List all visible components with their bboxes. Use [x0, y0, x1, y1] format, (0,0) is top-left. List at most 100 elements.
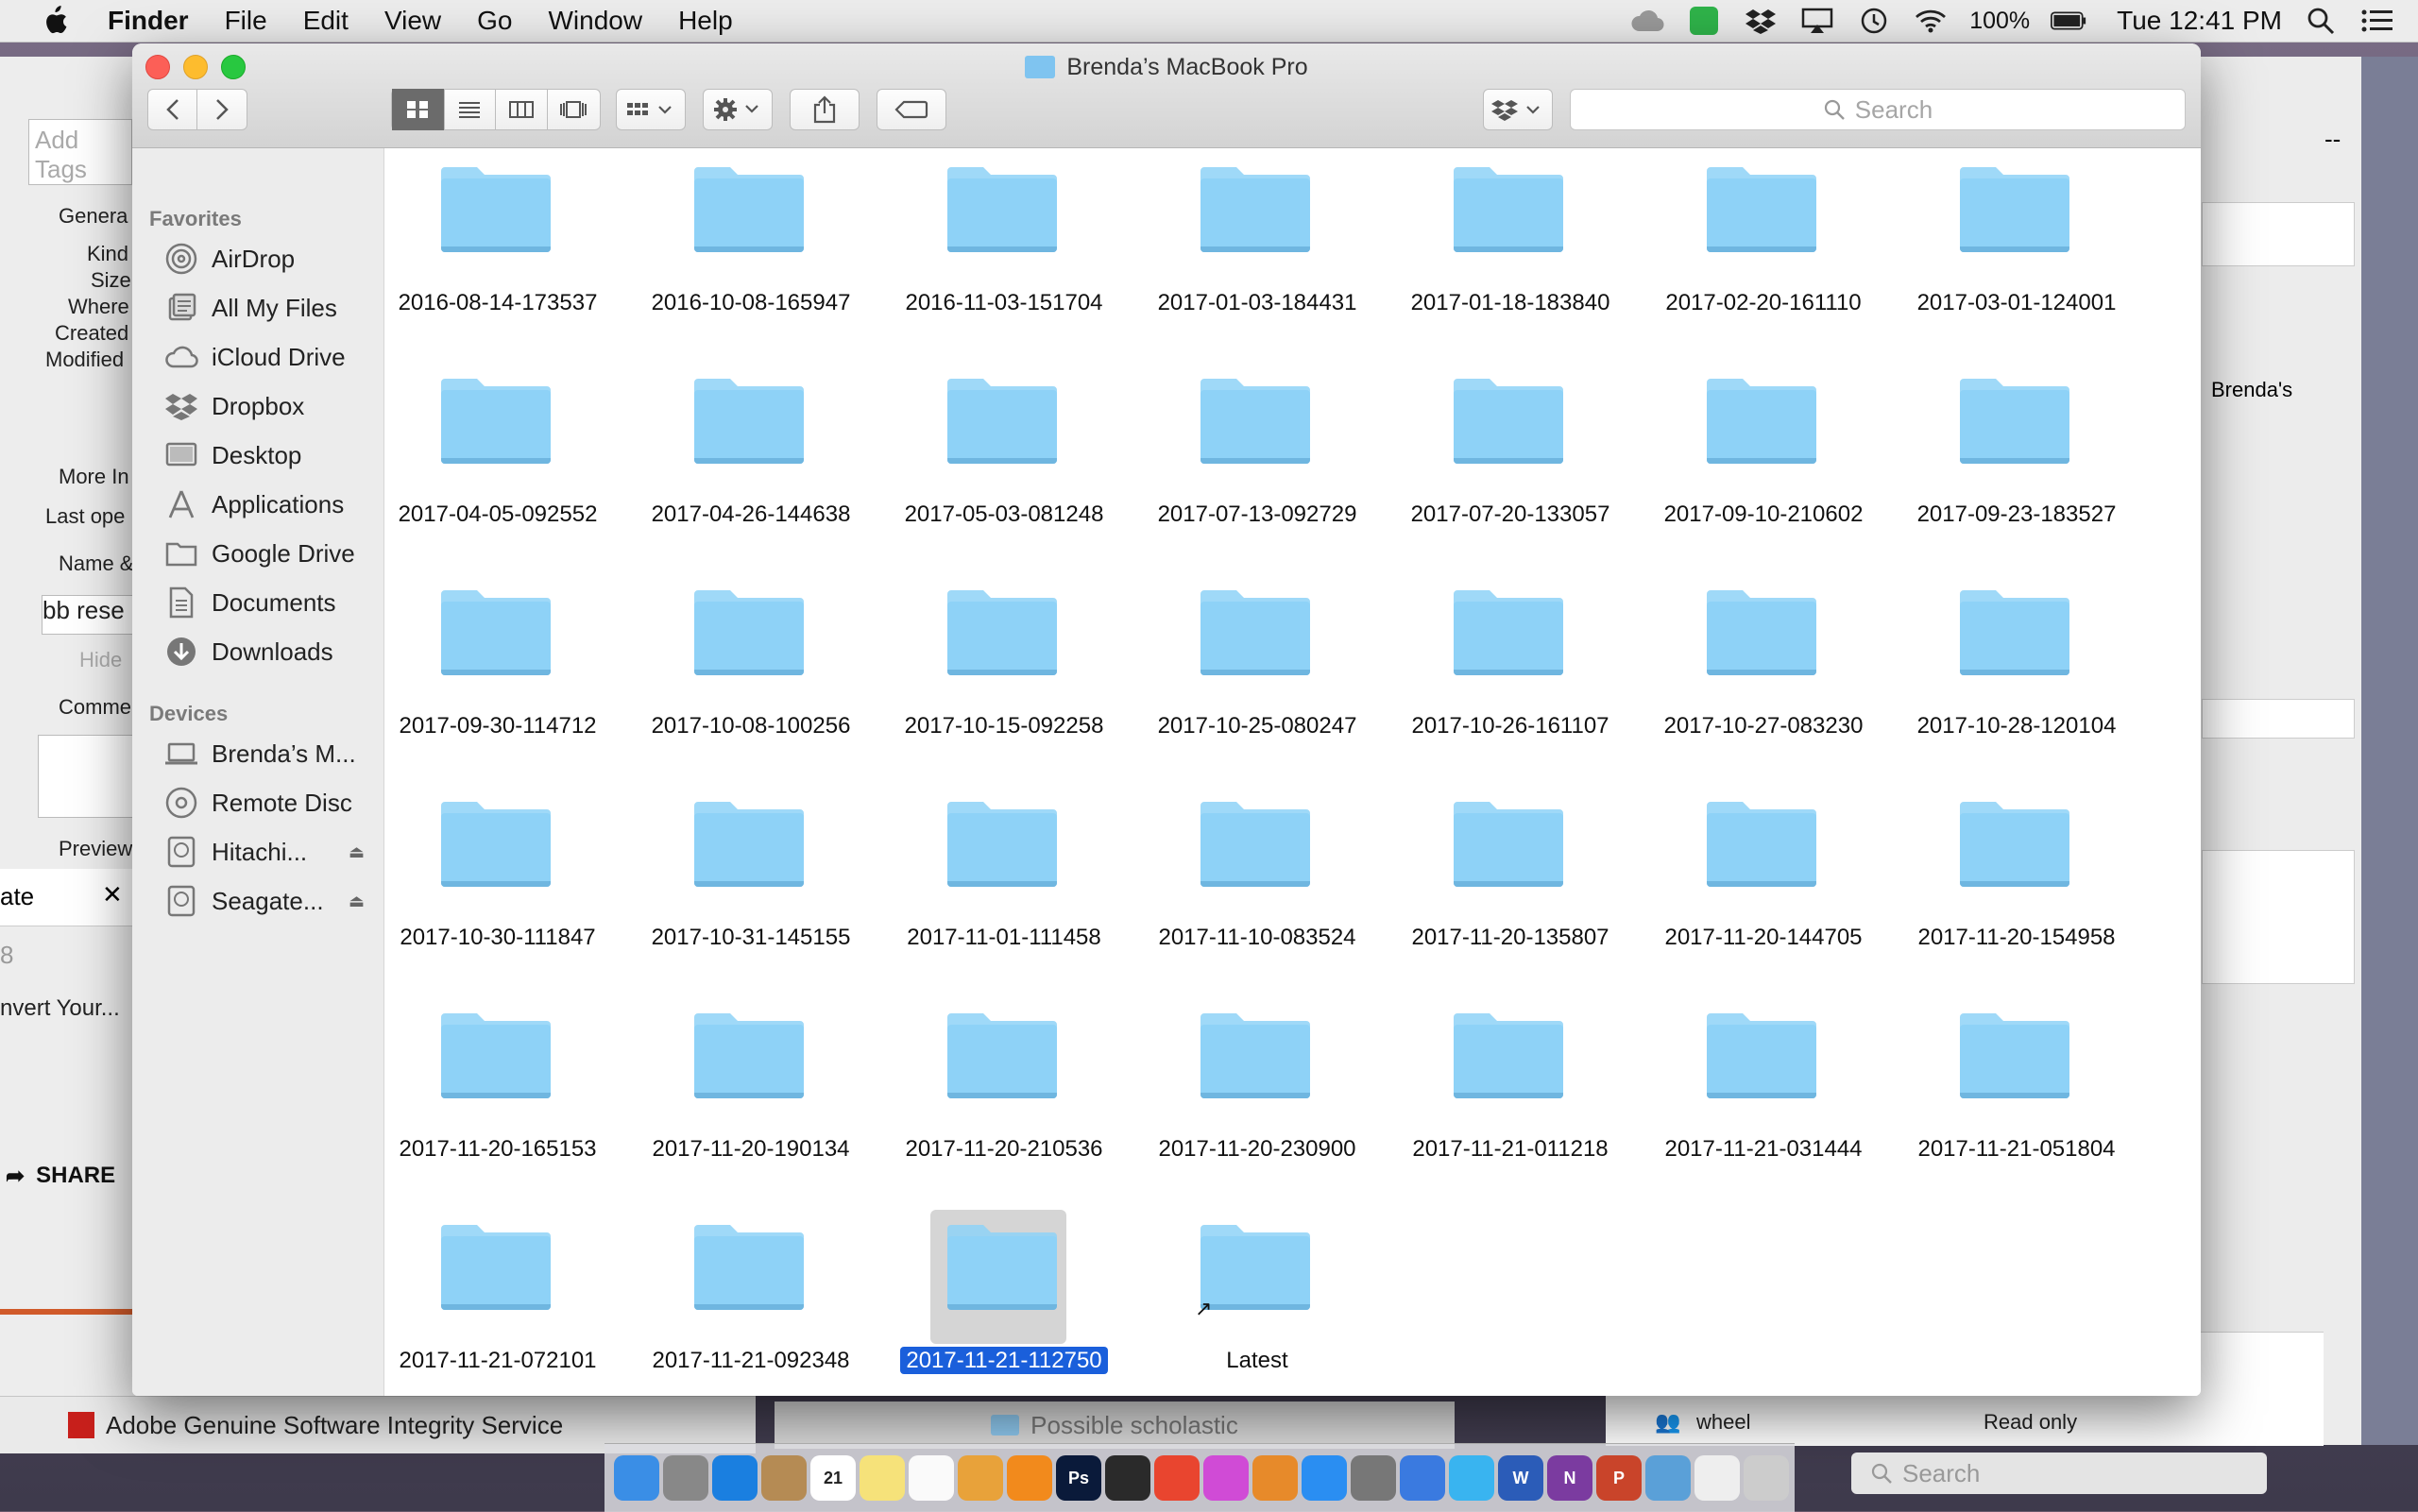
info-comments-header[interactable]: Comme — [59, 695, 131, 720]
background-link[interactable]: nvert Your... — [0, 995, 120, 1022]
dock-quicktime-icon[interactable] — [1105, 1455, 1150, 1501]
folder-item[interactable]: 2017-09-23-183527 — [1903, 360, 2130, 558]
folder-item[interactable]: 2017-10-27-083230 — [1650, 571, 1877, 770]
folder-item[interactable]: 2017-10-26-161107 — [1397, 571, 1624, 770]
arrange-button[interactable] — [616, 89, 686, 130]
folder-item[interactable]: 2016-08-14-173537 — [384, 148, 611, 347]
evernote-icon[interactable] — [1686, 6, 1722, 36]
dock-messages-icon[interactable] — [1449, 1455, 1494, 1501]
dock-photos-icon[interactable] — [958, 1455, 1003, 1501]
folder-item[interactable]: 2017-11-21-072101 — [384, 1206, 611, 1396]
sidebar-item-macbook[interactable]: Brenda’s M... — [164, 733, 382, 774]
folder-item[interactable]: 2017-03-01-124001 — [1903, 148, 2130, 347]
dock-vlc-icon[interactable] — [1007, 1455, 1052, 1501]
airplay-icon[interactable] — [1799, 6, 1835, 36]
folder-item[interactable]: 2017-04-05-092552 — [384, 360, 611, 558]
folder-item[interactable]: 2017-11-20-165153 — [384, 994, 611, 1193]
add-tags-field[interactable]: Add Tags — [28, 119, 132, 185]
folder-item[interactable]: 2017-05-03-081248 — [891, 360, 1117, 558]
dock-calendar-icon[interactable]: 21 — [810, 1455, 856, 1501]
dock-keynote-icon[interactable] — [1400, 1455, 1445, 1501]
perm-value[interactable]: Read only — [1984, 1410, 2077, 1435]
dock-launchpad-icon[interactable] — [663, 1455, 708, 1501]
menu-edit[interactable]: Edit — [303, 6, 349, 36]
folder-item[interactable]: 2017-10-28-120104 — [1903, 571, 2130, 770]
info-general-header[interactable]: Genera — [59, 204, 128, 229]
menu-file[interactable]: File — [225, 6, 267, 36]
folder-item[interactable]: 2017-11-21-011218 — [1397, 994, 1624, 1193]
menu-go[interactable]: Go — [477, 6, 512, 36]
dock-onenote-icon[interactable]: N — [1547, 1455, 1592, 1501]
time-machine-icon[interactable] — [1856, 6, 1892, 36]
dock-preview-icon[interactable] — [1645, 1455, 1691, 1501]
dock-word-icon[interactable]: W — [1498, 1455, 1543, 1501]
sidebar-item-google-drive[interactable]: Google Drive — [164, 533, 382, 574]
sidebar-item-documents[interactable]: Documents — [164, 582, 382, 623]
folder-item[interactable]: 2017-07-13-092729 — [1144, 360, 1371, 558]
folder-item[interactable]: 2017-11-20-210536 — [891, 994, 1117, 1193]
sidebar-item-remote-disc[interactable]: Remote Disc — [164, 782, 382, 824]
share-toolbar-button[interactable] — [790, 89, 860, 130]
dock-system-preferences-icon[interactable] — [1351, 1455, 1396, 1501]
dock-reminders-icon[interactable] — [909, 1455, 954, 1501]
sidebar-item-desktop[interactable]: Desktop — [164, 434, 382, 476]
battery-icon[interactable] — [2051, 6, 2086, 36]
folder-item[interactable]: 2017-10-25-080247 — [1144, 571, 1371, 770]
wifi-icon[interactable] — [1913, 6, 1949, 36]
info-preview-header[interactable]: Preview — [59, 837, 132, 861]
folder-item[interactable]: 2017-10-08-100256 — [638, 571, 864, 770]
folder-item[interactable]: 2017-11-21-051804 — [1903, 994, 2130, 1193]
sidebar-item-applications[interactable]: Applications — [164, 484, 382, 525]
folder-item[interactable]: ↗ Latest — [1144, 1206, 1371, 1396]
folder-item[interactable]: 2017-04-26-144638 — [638, 360, 864, 558]
dock-itunes-icon[interactable] — [1203, 1455, 1249, 1501]
menu-window[interactable]: Window — [548, 6, 642, 36]
info-hide-extension[interactable]: Hide — [79, 648, 122, 672]
dock-trash-icon[interactable] — [1744, 1455, 1789, 1501]
app-menu-finder[interactable]: Finder — [108, 6, 189, 36]
share-button[interactable]: ➦ SHARE — [0, 1152, 132, 1199]
folder-item[interactable]: 2017-11-20-154958 — [1903, 783, 2130, 981]
dock-powerpoint-icon[interactable]: P — [1596, 1455, 1642, 1501]
forward-button[interactable] — [197, 89, 247, 130]
background-tab[interactable]: ate ✕ — [0, 869, 132, 926]
eject-icon[interactable]: ⏏ — [349, 892, 365, 911]
folder-item[interactable]: 2017-01-03-184431 — [1144, 148, 1371, 347]
sidebar-item-airdrop[interactable]: AirDrop — [164, 238, 382, 280]
folder-item[interactable]: 2016-11-03-151704 — [891, 148, 1117, 347]
menu-view[interactable]: View — [384, 6, 441, 36]
close-icon[interactable]: ✕ — [102, 880, 123, 909]
folder-item[interactable]: 2017-02-20-161110 — [1650, 148, 1877, 347]
dock-notes-icon[interactable] — [860, 1455, 905, 1501]
dock-ibooks-icon[interactable] — [1252, 1455, 1298, 1501]
dock-finder-icon[interactable] — [614, 1455, 659, 1501]
notification-center-icon[interactable] — [2359, 6, 2395, 36]
icon-view-button[interactable] — [392, 89, 445, 130]
folder-item[interactable]: 2017-11-20-135807 — [1397, 783, 1624, 981]
dock-chrome-icon[interactable] — [1154, 1455, 1200, 1501]
back-button[interactable] — [148, 89, 198, 130]
dock-contacts-icon[interactable] — [761, 1455, 807, 1501]
gallery-view-button[interactable] — [548, 89, 600, 130]
eject-icon[interactable]: ⏏ — [349, 842, 365, 862]
folder-item[interactable]: 2017-11-20-144705 — [1650, 783, 1877, 981]
background-search-field[interactable]: Search — [1851, 1453, 2267, 1494]
menubar-clock[interactable]: Tue 12:41 PM — [2117, 6, 2282, 36]
folder-item[interactable]: 2017-11-20-230900 — [1144, 994, 1371, 1193]
list-view-button[interactable] — [445, 89, 496, 130]
sidebar-item-seagate[interactable]: Seagate... ⏏ — [164, 880, 382, 922]
folder-item[interactable]: 2017-11-20-190134 — [638, 994, 864, 1193]
folder-item[interactable]: 2017-11-01-111458 — [891, 783, 1117, 981]
folder-item[interactable]: 2017-11-21-092348 — [638, 1206, 864, 1396]
folder-item[interactable]: 2017-09-10-210602 — [1650, 360, 1877, 558]
folder-item[interactable]: 2017-09-30-114712 — [384, 571, 611, 770]
sidebar-item-dropbox[interactable]: Dropbox — [164, 385, 382, 427]
search-field[interactable]: Search — [1570, 89, 2186, 130]
action-gear-button[interactable] — [703, 89, 773, 130]
dock-safari-icon[interactable] — [712, 1455, 758, 1501]
info-name-header[interactable]: Name & — [59, 552, 133, 576]
folder-item[interactable]: 2017-10-15-092258 — [891, 571, 1117, 770]
dropbox-toolbar-button[interactable] — [1483, 89, 1553, 130]
dock-app-store-icon[interactable] — [1302, 1455, 1347, 1501]
cloud-upload-icon[interactable] — [1629, 6, 1665, 36]
